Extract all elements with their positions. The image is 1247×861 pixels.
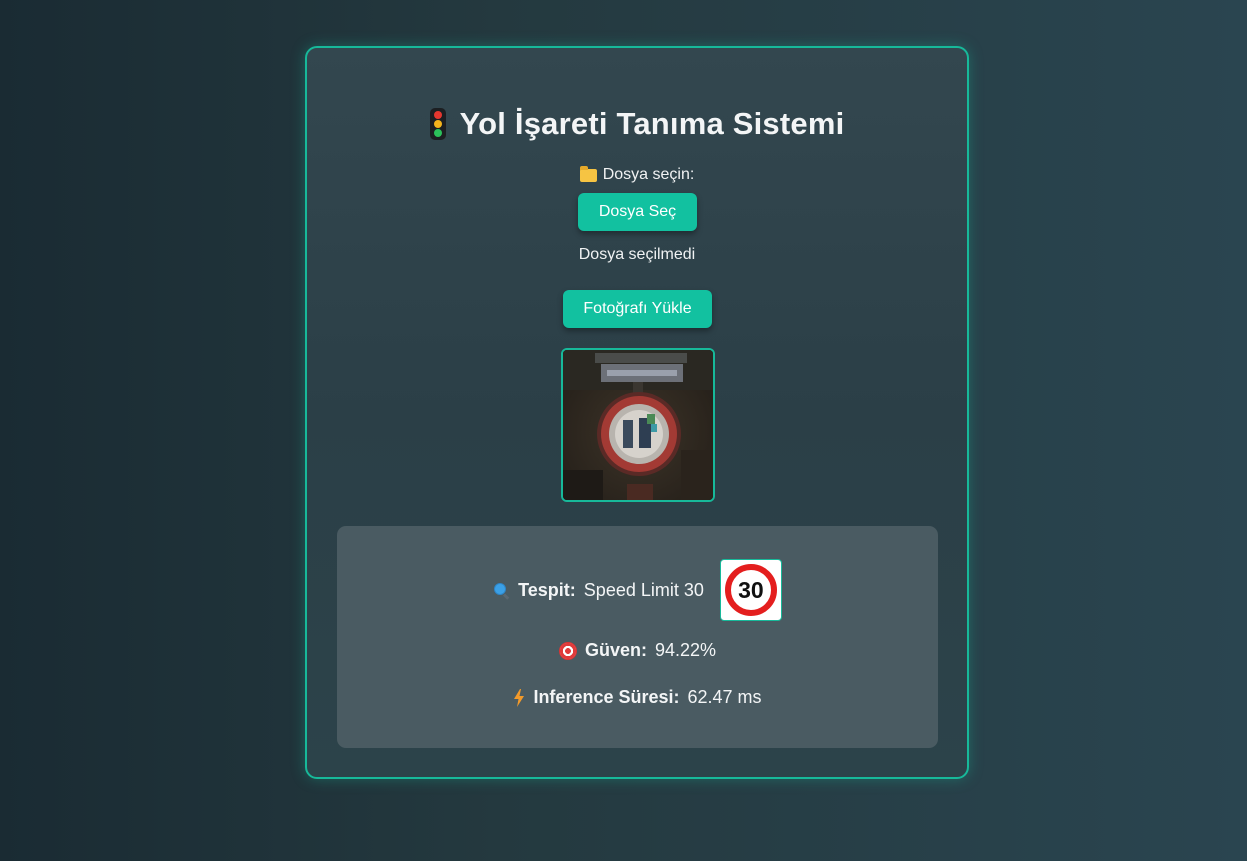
traffic-light-icon [429,108,446,140]
lightning-icon [514,688,525,707]
inference-value: 62.47 ms [687,687,762,707]
result-panel: Tespit: Speed Limit 30 30 Güven: 94.22% … [337,526,938,748]
speed-limit-photo [563,350,713,500]
sign-number: 30 [738,576,764,603]
folder-icon [579,165,597,182]
file-label-text: Dosya seçin: [602,166,695,183]
confidence-row: Güven: 94.22% [337,640,938,661]
choose-file-button[interactable]: Dosya Seç [578,193,697,231]
speed-limit-sign-image: 30 [719,559,782,621]
magnifier-icon [493,582,510,599]
detect-label: Tespit: [518,579,576,600]
detect-value: Speed Limit 30 [583,579,704,600]
file-label: Dosya seçin: [307,165,967,184]
confidence-value: 94.22% [654,640,717,660]
no-file-text: Dosya seçilmedi [578,246,696,263]
inference-row: Inference Süresi: 62.47 ms [337,687,938,708]
page-title-text: Yol İşareti Tanıma Sistemi [459,106,845,141]
upload-photo-button[interactable]: Fotoğrafı Yükle [563,290,712,328]
sign-ring: 30 [724,564,777,616]
target-icon [558,641,577,660]
inference-label: Inference Süresi: [533,687,680,707]
main-card: Yol İşareti Tanıma Sistemi Dosya seçin: … [305,46,969,779]
detection-row: Tespit: Speed Limit 30 30 [337,559,938,621]
page-title: Yol İşareti Tanıma Sistemi [307,106,967,142]
uploaded-image-preview [561,348,715,502]
confidence-label: Güven: [584,640,647,660]
